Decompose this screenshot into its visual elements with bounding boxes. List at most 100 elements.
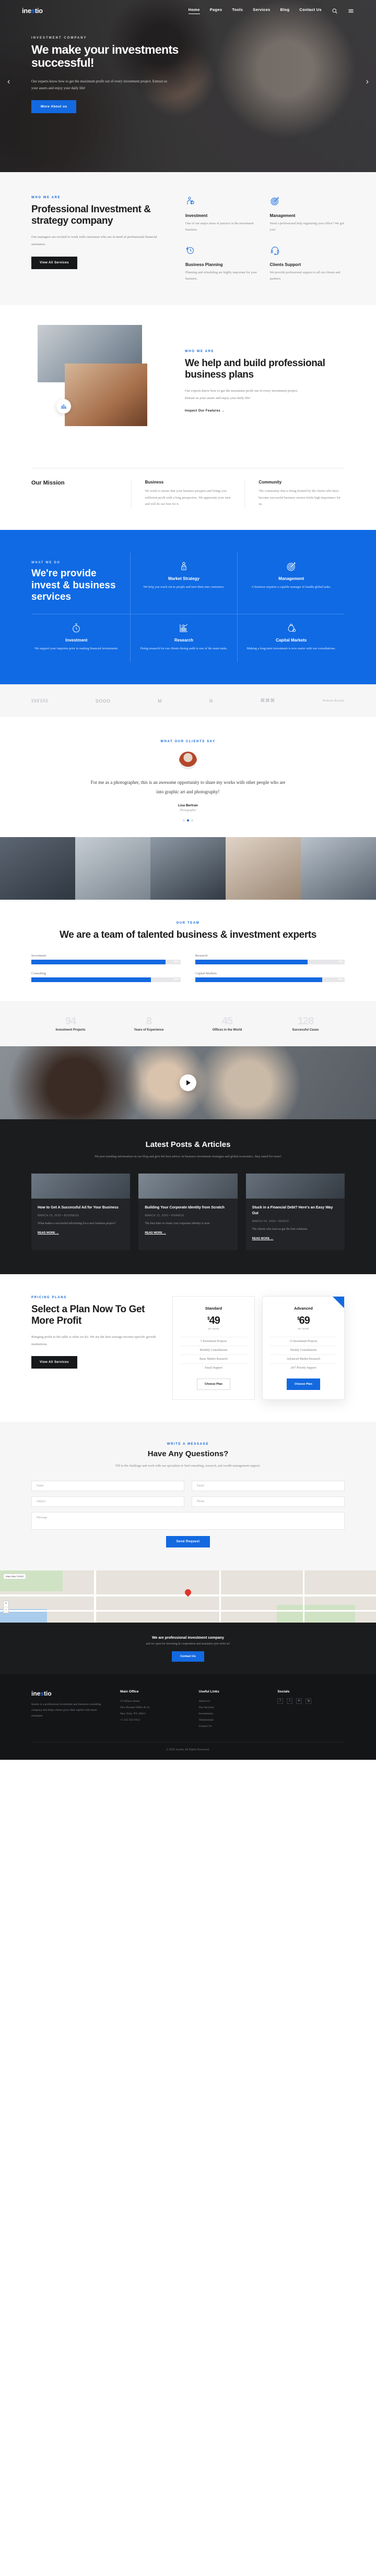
hero-cta-button[interactable]: More About us [31,100,77,114]
feature-card-clients-support[interactable]: Clients Support We provide professional … [270,245,345,283]
site-footer: inestio Inestio is a professional invest… [0,1674,376,1760]
instagram-icon[interactable]: ig [306,1698,312,1704]
service-card-management[interactable]: Management A business requires a capable… [237,552,345,614]
view-all-services-button[interactable]: View All Services [31,256,77,269]
pricing-card-advanced[interactable]: Advanced $69 per month 15 Investment Pro… [262,1296,345,1400]
post-read-more-link[interactable]: READ MORE → [145,1231,166,1235]
nav-item-tools[interactable]: Tools [232,7,243,14]
plans-eyebrow: WHO WE ARE [185,350,215,354]
feature-card-business-planning[interactable]: Business Planning Planning and schedulin… [185,245,261,283]
post-excerpt: The best time to create your corporate i… [145,1222,210,1225]
testimonial-eyebrow: WHAT OUR CLIENTS SAY [160,740,216,744]
pagination-dot-active[interactable] [187,819,189,822]
email-field[interactable]: Email [192,1480,345,1491]
feature-card-management[interactable]: Management Need a professional help orga… [270,196,345,234]
site-logo[interactable]: inestio [22,7,43,15]
footer-link[interactable]: About Us [199,1698,266,1704]
post-read-more-link[interactable]: READ MORE → [252,1237,274,1240]
nav-item-services[interactable]: Services [253,7,270,14]
brand-logo: SOOO [95,698,111,704]
progress-fill [195,959,308,964]
contact-form: Name Email Subject Phone Message Send Re… [31,1480,345,1547]
post-read-more-link[interactable]: READ MORE → [38,1231,59,1235]
mission-title-block: Our Mission [31,480,118,508]
pricing-view-services-button[interactable]: View All Services [31,1356,77,1369]
clock-icon [185,246,195,257]
nav-item-pages[interactable]: Pages [210,7,222,14]
footer-link[interactable]: Investments [199,1711,266,1717]
footer-link[interactable]: Testimonials [199,1717,266,1723]
nav-item-contact-us[interactable]: Contact Us [299,7,322,14]
linkedin-icon[interactable]: in [296,1698,302,1704]
businessman-icon [185,197,195,208]
counters-section: 94 Investment Projects 8 Years of Experi… [0,1000,376,1046]
footer-logo[interactable]: inestio [31,1690,109,1697]
progress-fill [31,959,166,964]
mission-column-title: Community [258,480,282,485]
name-field[interactable]: Name [31,1480,184,1491]
footer-column-heading: Main Office [120,1689,139,1694]
location-map[interactable]: Map data ©2020 + − [0,1570,376,1623]
post-thumbnail [245,1173,345,1199]
map-park-area [277,1604,355,1623]
service-card-investment[interactable]: Investment We support your inquiries pri… [31,614,130,662]
service-text: We help you reach out to people and turn… [143,585,225,589]
service-card-research[interactable]: Research Doing research for our clients … [130,614,238,663]
counter-number: 128 [297,1015,314,1027]
plan-price: $49 [180,1315,247,1327]
feature-title: Business Planning [185,262,223,267]
team-photo [150,837,226,900]
testimonial-avatar [179,752,197,770]
blog-title: Latest Posts & Articles [145,1140,231,1149]
counter-label: Years of Experience [134,1028,164,1032]
nav-item-home[interactable]: Home [188,7,200,14]
service-card-market-strategy[interactable]: Market Strategy We help you reach out to… [130,552,238,614]
contact-section: WRITE A MESSAGE Have Any Questions? Fill… [0,1421,376,1570]
plan-choose-button[interactable]: Choose Plan [287,1378,320,1390]
phone-field[interactable]: Phone [192,1496,345,1507]
plan-choose-button[interactable]: Choose Plan [197,1378,230,1390]
map-zoom-controls[interactable]: + − [3,1600,9,1613]
send-request-button[interactable]: Send Request [166,1535,210,1547]
logo-part-2: tio [34,6,43,15]
service-title: Research [174,638,194,643]
nav-item-blog[interactable]: Blog [280,7,290,14]
play-icon[interactable] [180,1074,196,1091]
footer-list-item: +1 212 555 0112 [120,1719,140,1722]
message-field[interactable]: Message [31,1511,345,1530]
feature-card-investment[interactable]: Investment One of our major areas of pra… [185,196,261,234]
facebook-icon[interactable]: f [277,1698,284,1704]
subject-field[interactable]: Subject [31,1496,184,1507]
blog-subtitle: We post trending information on our blog… [95,1154,281,1158]
counter-number: 45 [221,1015,233,1027]
map-location-pin-icon[interactable] [185,1589,191,1598]
hamburger-menu-icon[interactable] [348,7,354,14]
footer-link[interactable]: Our Services [199,1704,266,1711]
footer-logo-part-1: ine [31,1689,41,1697]
footer-copyright: © 2020 Inestio. All Rights Reserved. [31,1742,345,1760]
blog-post-card[interactable]: Building Your Corporate Identity from Sc… [138,1173,238,1250]
services-row-1: WHAT WE DO We're provide invest & busine… [31,552,345,614]
blog-post-card[interactable]: How to Get A Successful Ad for Your Busi… [31,1173,131,1250]
blog-post-card[interactable]: Stuck in a Financial Debt? Here's an Eas… [245,1173,345,1250]
twitter-icon[interactable]: t [287,1698,293,1704]
pricing-paragraph: Bringing profit to the table is what we … [31,1335,156,1346]
plan-price: $69 [270,1315,337,1327]
pagination-dot[interactable] [191,819,193,822]
inspect-features-link[interactable]: Inspect Our Features → [185,409,225,413]
pagination-dot[interactable] [183,819,185,822]
carousel-prev-arrow[interactable]: ‹ [7,77,10,87]
footer-socials-column: Socials f t in ig [277,1690,345,1730]
footer-link[interactable]: Contact Us [199,1723,266,1730]
cta-contact-button[interactable]: Contact Us [172,1651,204,1662]
map-zoom-in-button[interactable]: + [4,1601,8,1607]
service-title: Investment [65,638,88,643]
service-card-capital-markets[interactable]: Capital Markets Making a long-term inves… [237,614,345,663]
skill-bar-investment: Investment 90% [31,954,181,964]
map-zoom-out-button[interactable]: − [4,1606,8,1613]
post-title: How to Get A Successful Ad for Your Busi… [38,1205,119,1210]
search-icon[interactable] [332,7,338,14]
map-road [219,1570,221,1623]
pricing-card-standard[interactable]: Standard $49 per month 5 Investment Proj… [172,1296,255,1400]
carousel-next-arrow[interactable]: › [366,77,369,87]
